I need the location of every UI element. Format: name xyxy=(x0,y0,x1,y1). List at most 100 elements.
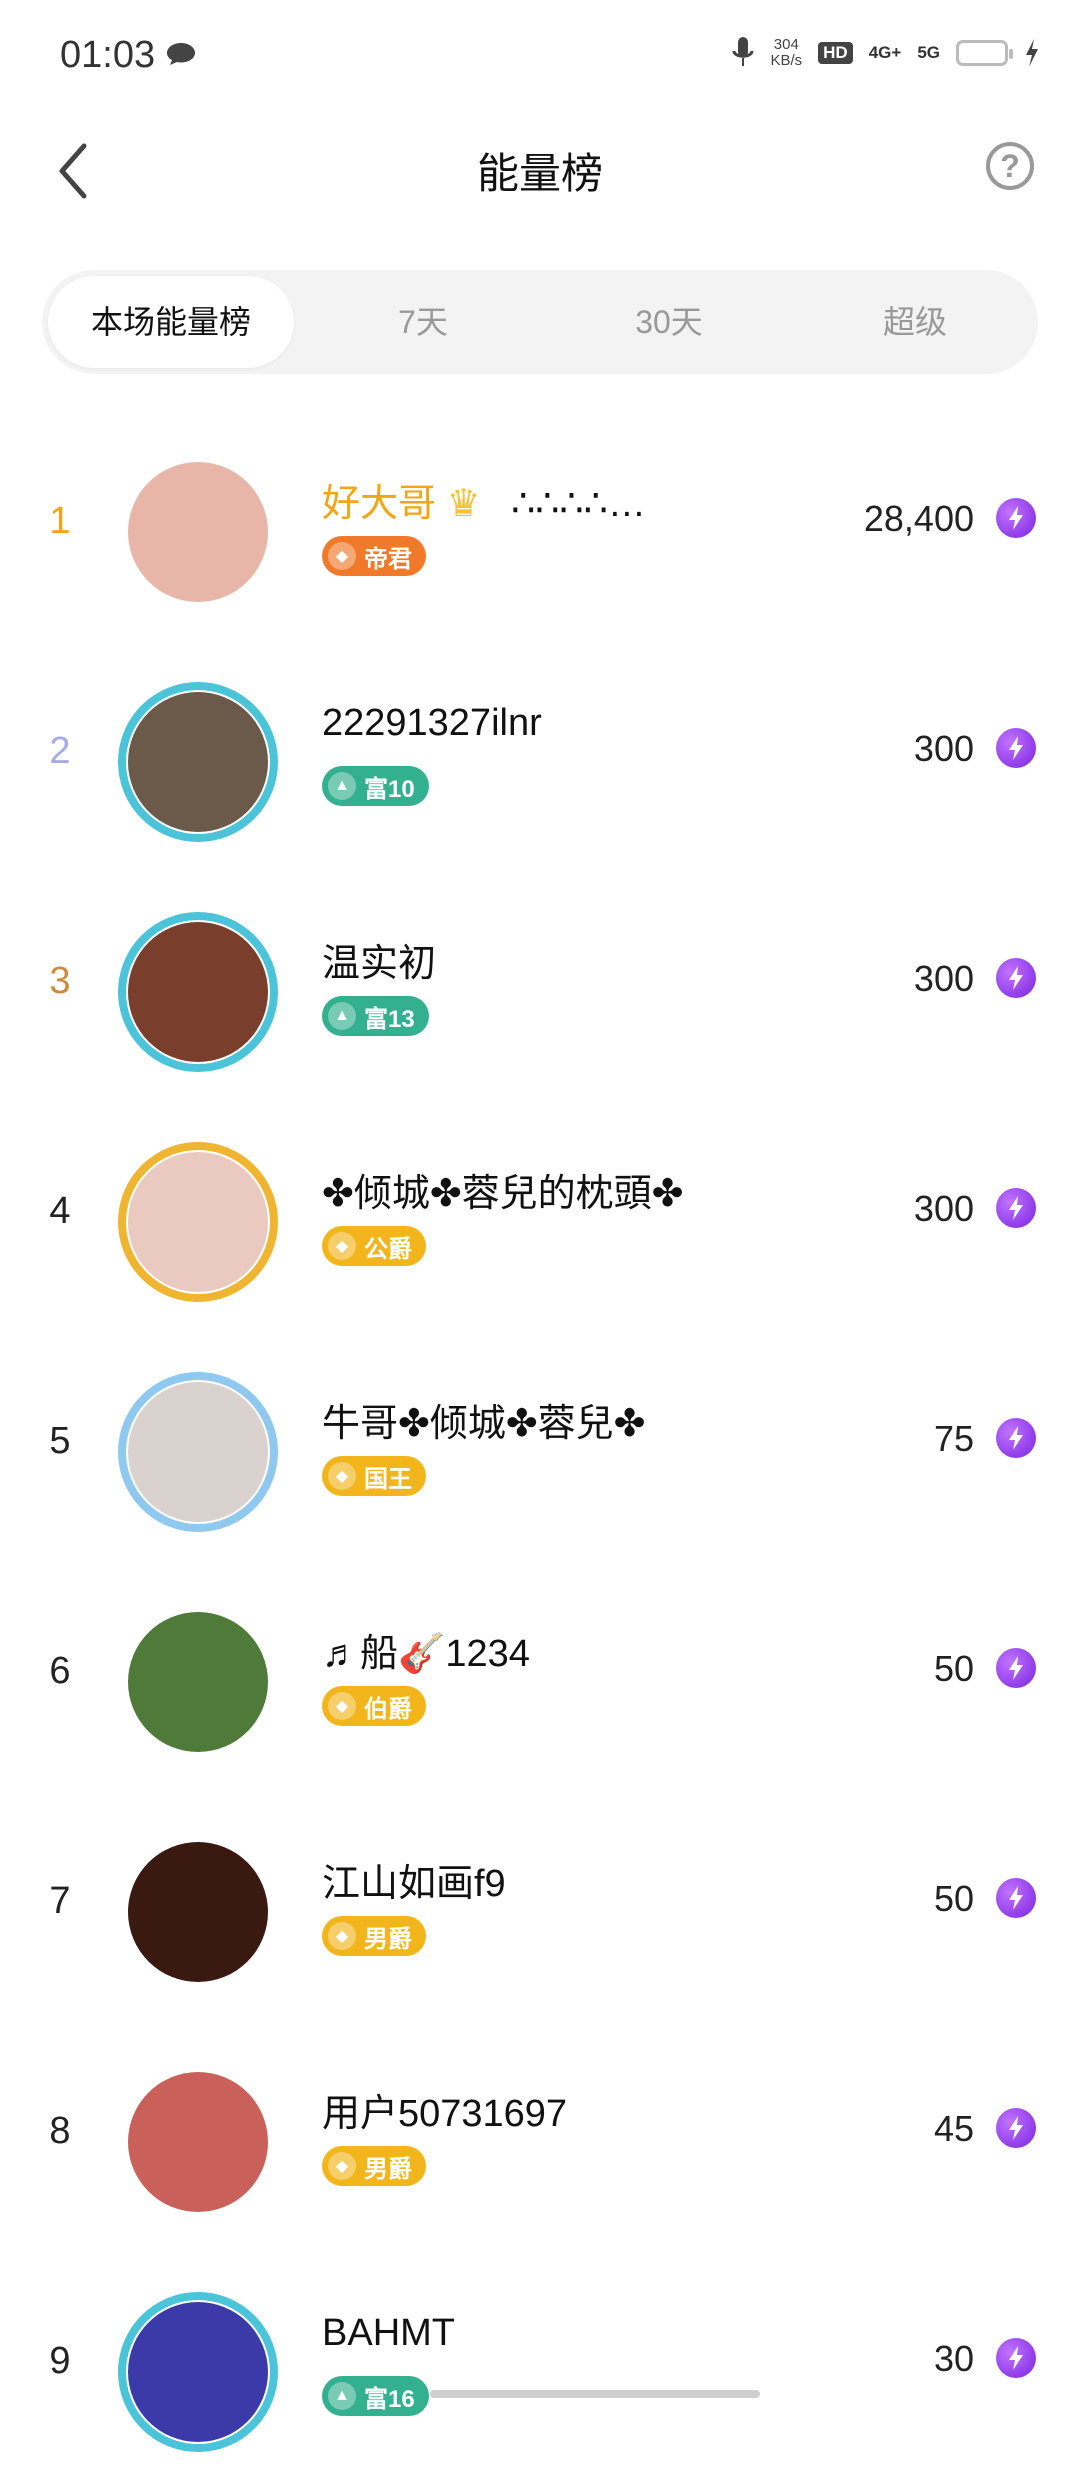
energy-icon xyxy=(996,2108,1036,2148)
energy-score: 50 xyxy=(933,1648,974,1689)
user-name: 好大哥 ♛ ∴∴∴∴… xyxy=(322,472,646,527)
user-name-text: 好大哥 xyxy=(322,483,437,525)
list-item[interactable]: 7 江山如画f9 ◆ 男爵 50 xyxy=(0,1790,1080,2020)
energy-score: 50 xyxy=(933,1878,974,1919)
badge-label: 国王 xyxy=(364,1465,412,1493)
energy-icon xyxy=(996,2338,1036,2378)
user-name: 用户50731697 xyxy=(322,2082,567,2137)
crown-icon: ♛ xyxy=(436,483,492,525)
list-item[interactable]: 2 22291327ilnr ▲ 富10 300 xyxy=(0,640,1080,870)
badge-label: 富16 xyxy=(364,2385,415,2413)
badge-icon: ◆ xyxy=(328,1232,356,1260)
avatar[interactable] xyxy=(118,2292,278,2452)
level-badge: ◆ 男爵 xyxy=(322,2146,426,2186)
badge-label: 富13 xyxy=(364,1005,415,1033)
badge-icon: ◆ xyxy=(328,2152,356,2180)
badge-icon: ▲ xyxy=(328,2382,356,2410)
avatar-frame xyxy=(118,912,278,1072)
level-badge: ▲ 富16 xyxy=(322,2376,429,2416)
level-badge: ◆ 国王 xyxy=(322,1456,426,1496)
avatar[interactable] xyxy=(118,1602,278,1762)
status-bar: 01:03 304 KB/s HD 4G+ 5G xyxy=(0,0,1080,110)
level-badge: ◆ 帝君 xyxy=(322,536,426,576)
battery-icon xyxy=(956,40,1013,66)
ranking-tabs: 本场能量榜 7天 30天 超级 xyxy=(42,270,1038,374)
user-name: 22291327ilnr xyxy=(322,702,542,745)
list-item[interactable]: 6 ♬船🎸1234 ◆ 伯爵 50 xyxy=(0,1560,1080,1790)
user-name: 江山如画f9 xyxy=(322,1852,506,1907)
badge-icon: ◆ xyxy=(328,542,356,570)
avatar[interactable] xyxy=(118,2062,278,2222)
energy-icon xyxy=(996,498,1036,538)
energy-score: 300 xyxy=(913,728,974,769)
level-badge: ◆ 伯爵 xyxy=(322,1686,426,1726)
rank-number: 9 xyxy=(49,2340,71,2382)
energy-icon xyxy=(996,1418,1036,1458)
message-icon xyxy=(167,43,195,65)
avatar-frame xyxy=(118,2062,278,2222)
badge-icon: ◆ xyxy=(328,1462,356,1490)
avatar[interactable] xyxy=(118,1372,278,1532)
user-name: ♬船🎸1234 xyxy=(322,1622,530,1677)
tab-super[interactable]: 超级 xyxy=(792,270,1038,374)
user-name: 温实初 xyxy=(322,932,436,987)
level-badge: ◆ 公爵 xyxy=(322,1226,426,1266)
badge-label: 帝君 xyxy=(364,545,412,573)
status-time: 01:03 xyxy=(60,34,156,76)
avatar[interactable] xyxy=(118,452,278,612)
avatar-frame xyxy=(118,2292,278,2452)
list-item[interactable]: 5 牛哥✤倾城✤蓉兒✤ ◆ 国王 75 xyxy=(0,1330,1080,1560)
energy-icon xyxy=(996,958,1036,998)
rank-number: 1 xyxy=(49,500,71,542)
user-name-text: 温实初 xyxy=(322,943,437,985)
energy-score: 300 xyxy=(913,958,974,999)
list-item[interactable]: 9 BAHMT ▲ 富16 30 xyxy=(0,2250,1080,2480)
header: 能量榜 ? xyxy=(0,110,1080,230)
level-badge: ◆ 男爵 xyxy=(322,1916,426,1956)
energy-score: 45 xyxy=(933,2108,974,2149)
avatar-frame xyxy=(118,1372,278,1532)
avatar-frame xyxy=(118,1832,278,1992)
user-name: BAHMT xyxy=(322,2312,455,2355)
hd-indicator: HD xyxy=(818,42,853,64)
user-name-extra: ∴∴∴∴… xyxy=(511,483,646,525)
energy-icon xyxy=(996,1188,1036,1228)
avatar[interactable] xyxy=(118,1832,278,1992)
tab-30-days[interactable]: 30天 xyxy=(546,270,792,374)
list-item[interactable]: 8 用户50731697 ◆ 男爵 45 xyxy=(0,2020,1080,2250)
badge-label: 男爵 xyxy=(364,2155,412,2183)
user-name-text: 22291327ilnr xyxy=(322,702,542,744)
rank-number: 3 xyxy=(49,960,71,1002)
home-indicator xyxy=(430,2390,760,2398)
signal-4g-icon: 4G+ xyxy=(868,43,902,62)
avatar[interactable] xyxy=(118,912,278,1072)
tab-current-session[interactable]: 本场能量榜 xyxy=(48,276,294,368)
avatar[interactable] xyxy=(118,1142,278,1302)
energy-icon xyxy=(996,1878,1036,1918)
badge-icon: ◆ xyxy=(328,1692,356,1720)
user-name: ✤倾城✤蓉兒的枕頭✤ xyxy=(322,1162,684,1217)
badge-label: 公爵 xyxy=(364,1235,412,1263)
badge-icon: ▲ xyxy=(328,772,356,800)
badge-icon: ▲ xyxy=(328,1002,356,1030)
help-icon[interactable]: ? xyxy=(986,142,1034,190)
list-item[interactable]: 1 好大哥 ♛ ∴∴∴∴… ◆ 帝君 28,400 xyxy=(0,410,1080,640)
user-name-text: ♬船🎸1234 xyxy=(322,1633,530,1675)
avatar-frame xyxy=(118,1602,278,1762)
ranking-list: 1 好大哥 ♛ ∴∴∴∴… ◆ 帝君 28,400 2 22291327ilnr ▲ 富10 30… xyxy=(0,410,1080,2480)
rank-number: 5 xyxy=(49,1420,71,1462)
rank-number: 6 xyxy=(49,1650,71,1692)
avatar-frame xyxy=(118,682,278,842)
avatar-frame xyxy=(118,1142,278,1302)
badge-label: 富10 xyxy=(364,775,415,803)
avatar[interactable] xyxy=(118,682,278,842)
network-speed: 304 KB/s xyxy=(770,36,803,69)
microphone-icon xyxy=(732,37,754,66)
rank-number: 8 xyxy=(49,2110,71,2152)
list-item[interactable]: 3 温实初 ▲ 富13 300 xyxy=(0,870,1080,1100)
level-badge: ▲ 富13 xyxy=(322,996,429,1036)
badge-label: 伯爵 xyxy=(364,1695,412,1723)
list-item[interactable]: 4 ✤倾城✤蓉兒的枕頭✤ ◆ 公爵 300 xyxy=(0,1100,1080,1330)
rank-number: 7 xyxy=(49,1880,71,1922)
tab-7-days[interactable]: 7天 xyxy=(300,270,546,374)
